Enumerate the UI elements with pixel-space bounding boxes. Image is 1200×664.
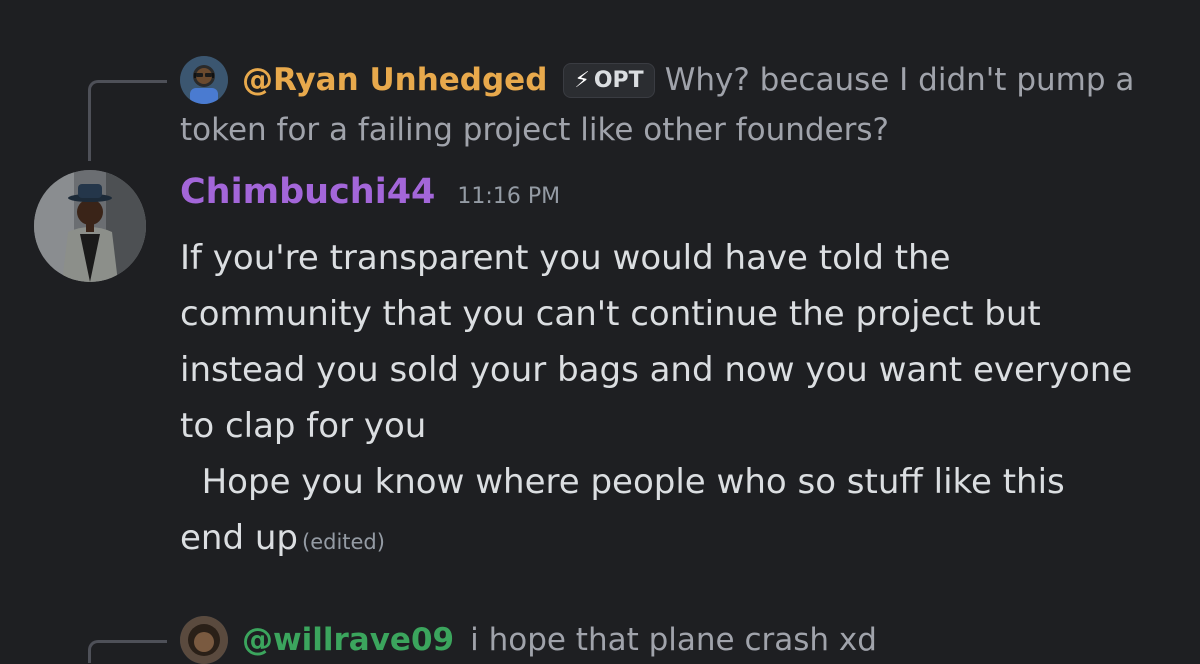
- role-badge[interactable]: ⚡ OPT: [563, 62, 655, 98]
- message-body[interactable]: If you're transparent you would have tol…: [180, 230, 1170, 570]
- message-header: Chimbuchi44 11:16 PM: [180, 172, 560, 212]
- message-line-last: end up (edited): [180, 510, 1170, 570]
- message-line: to clap for you: [180, 406, 427, 446]
- avatar-image: [34, 170, 146, 282]
- reply-spine-bottom: [88, 640, 167, 663]
- avatar[interactable]: [34, 170, 146, 282]
- author-name[interactable]: Chimbuchi44: [180, 172, 435, 212]
- message-line: Hope you know where people who so stuff …: [180, 462, 1065, 502]
- message-line: end up: [180, 518, 298, 558]
- reply-spine-top: [88, 80, 167, 161]
- lightning-bolt-icon: ⚡: [574, 67, 590, 93]
- reply-text-line2[interactable]: token for a failing project like other f…: [180, 112, 889, 148]
- reply-text[interactable]: i hope that plane crash xd: [470, 622, 877, 658]
- reply-username[interactable]: @Ryan Unhedged: [242, 62, 547, 98]
- reply-preview-bottom[interactable]: @willrave09 i hope that plane crash xd: [180, 616, 877, 664]
- avatar-image: [180, 616, 228, 664]
- message-line: instead you sold your bags and now you w…: [180, 350, 1133, 390]
- badge-label: OPT: [593, 67, 644, 93]
- message-line: If you're transparent you would have tol…: [180, 238, 951, 278]
- avatar[interactable]: [180, 616, 228, 664]
- edited-label: (edited): [302, 530, 385, 554]
- reply-preview-top[interactable]: @Ryan Unhedged ⚡ OPT Why? because I didn…: [180, 56, 1134, 104]
- reply-username[interactable]: @willrave09: [242, 622, 454, 658]
- avatar-image: [180, 56, 228, 104]
- timestamp[interactable]: 11:16 PM: [457, 184, 560, 209]
- reply-text-line1[interactable]: Why? because I didn't pump a: [665, 62, 1135, 98]
- message-line: community that you can't continue the pr…: [180, 294, 1041, 334]
- avatar[interactable]: [180, 56, 228, 104]
